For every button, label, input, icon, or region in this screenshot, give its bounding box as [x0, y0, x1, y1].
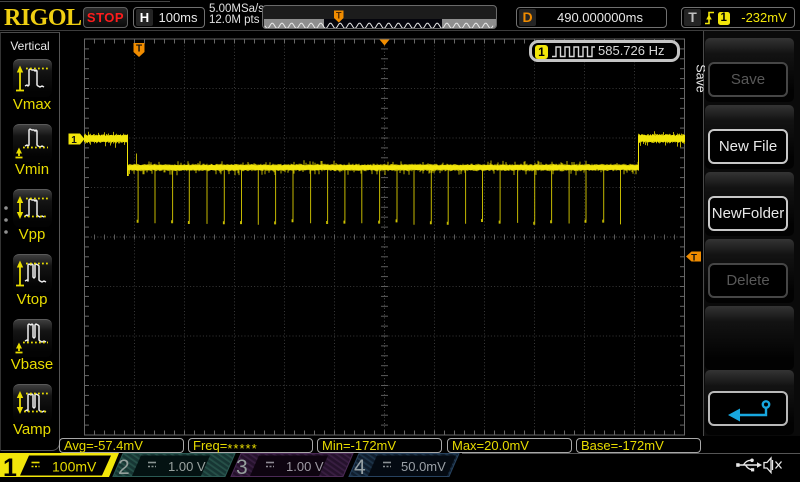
svg-text:1.00 V: 1.00 V: [286, 459, 324, 474]
svg-text:1.00 V: 1.00 V: [168, 459, 206, 474]
svg-text:3: 3: [236, 456, 248, 479]
svg-text:T: T: [691, 252, 697, 263]
svg-text:T: T: [136, 44, 142, 55]
svg-text:1: 1: [3, 454, 17, 482]
svg-text:100mV: 100mV: [52, 459, 97, 475]
svg-text:T: T: [336, 11, 342, 21]
svg-text:50.0mV: 50.0mV: [401, 459, 446, 474]
svg-text:4: 4: [354, 456, 366, 479]
svg-text:1: 1: [71, 135, 77, 146]
svg-text:2: 2: [118, 456, 130, 479]
